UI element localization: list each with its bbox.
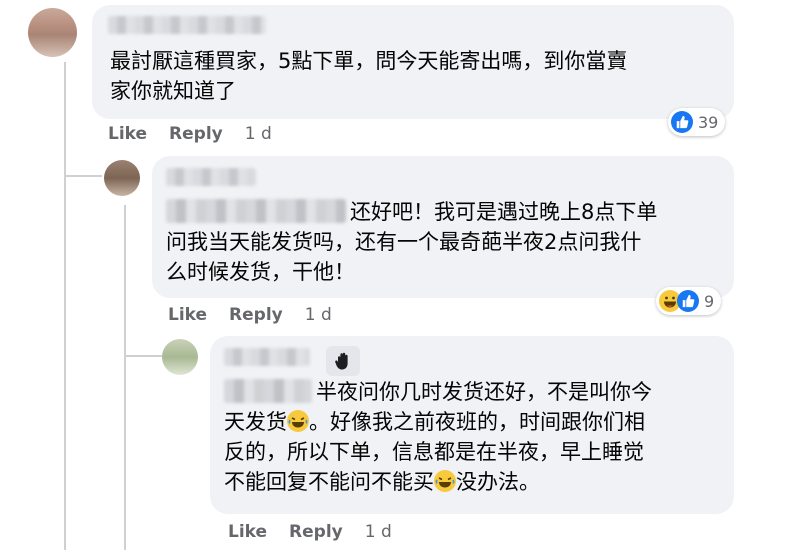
thread-line [64,62,66,550]
timestamp[interactable]: 1 d [245,124,272,144]
comment-actions: Like Reply 1 d [108,124,294,144]
waving-hand-badge-icon[interactable] [326,346,360,376]
like-button[interactable]: Like [228,522,267,542]
reply-button[interactable]: Reply [169,124,223,144]
comment-text: 还好吧！我可是遇过晚上8点下单 问我当天能发货吗，还有一个最奇葩半夜2点问我什 … [166,197,657,287]
reply-button[interactable]: Reply [289,522,343,542]
comment-bubble: 还好吧！我可是遇过晚上8点下单 问我当天能发货吗，还有一个最奇葩半夜2点问我什 … [152,156,734,298]
blurred-author-name[interactable] [108,16,266,34]
like-icon [677,290,699,312]
blurred-author-name[interactable] [166,168,256,186]
reaction-summary[interactable]: 9 [656,287,722,315]
comment-line: 半夜问你几时发货还好，不是叫你今 [224,377,652,407]
like-icon [671,111,693,133]
thread-line [124,205,126,550]
timestamp[interactable]: 1 d [365,522,392,542]
rofl-emoji-icon [434,470,456,492]
thread-branch [64,175,102,177]
comment-text: 最討厭這種買家，5點下單，問今天能寄出嗎，到你當賣 家你就知道了 [110,46,627,106]
blurred-author-name[interactable] [224,348,310,366]
comment-bubble: 半夜问你几时发货还好，不是叫你今 天发货 。好像我之前夜班的，时间跟你们相 反的，… [210,336,734,514]
like-button[interactable]: Like [108,124,147,144]
avatar[interactable] [28,8,77,57]
comment-bubble: 最討厭這種買家，5點下單，問今天能寄出嗎，到你當賣 家你就知道了 [92,5,734,119]
blurred-mention[interactable] [166,199,346,223]
comment-actions: Like Reply 1 d [168,305,354,325]
reply-button[interactable]: Reply [229,305,283,325]
comment-text: 半夜问你几时发货还好，不是叫你今 天发货 。好像我之前夜班的，时间跟你们相 反的，… [224,377,652,497]
avatar[interactable] [104,160,140,196]
comment-line: 问我当天能发货吗，还有一个最奇葩半夜2点问我什 [166,230,642,254]
comment-line: 么时候发货，干他！ [166,260,355,284]
comment-actions: Like Reply 1 d [228,522,414,542]
comment-line: 不能回复不能问不能买 没办法。 [224,470,540,494]
rofl-emoji-icon [287,410,309,432]
timestamp[interactable]: 1 d [305,305,332,325]
reaction-summary[interactable]: 39 [668,108,726,136]
reaction-count: 39 [698,112,719,132]
comment-line: 家你就知道了 [110,79,236,103]
comment-line: 最討厭這種買家，5點下單，問今天能寄出嗎，到你當賣 [110,49,628,73]
like-button[interactable]: Like [168,305,207,325]
blurred-mention[interactable] [224,379,312,403]
avatar[interactable] [162,339,198,375]
comment-line: 还好吧！我可是遇过晚上8点下单 [166,197,657,227]
reaction-count: 9 [704,291,715,311]
comment-line: 天发货 。好像我之前夜班的，时间跟你们相 [224,410,645,434]
thread-branch [124,355,162,357]
comment-line: 反的，所以下单，信息都是在半夜，早上睡觉 [224,440,644,464]
